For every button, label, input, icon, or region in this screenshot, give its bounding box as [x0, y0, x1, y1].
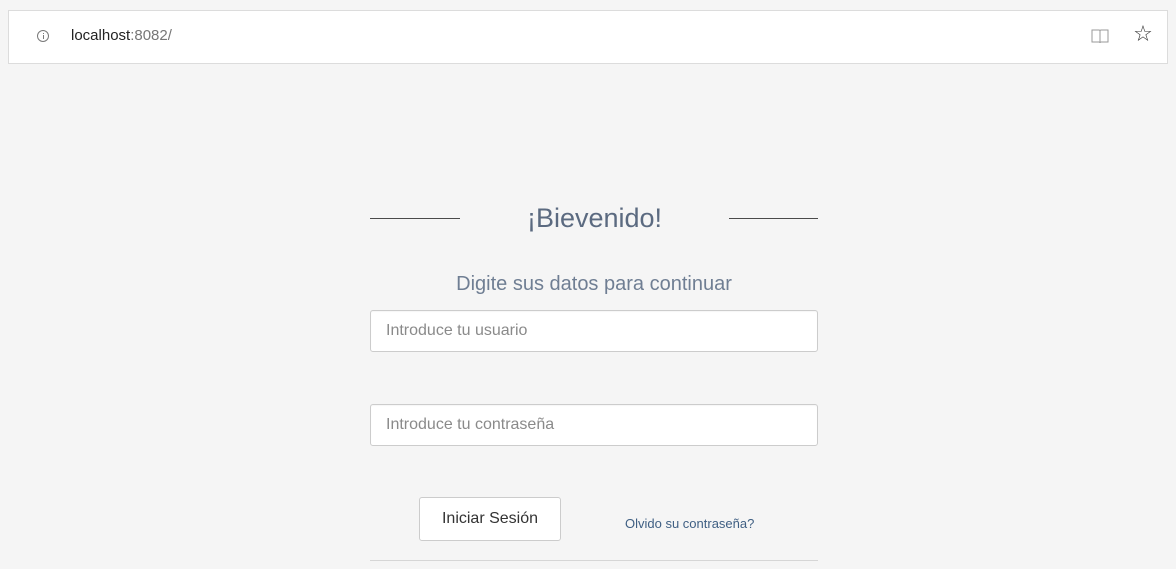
book-icon[interactable] [1091, 28, 1109, 44]
address-bar[interactable]: localhost:8082/ ☆ [8, 10, 1168, 64]
title-divider-right [729, 218, 818, 219]
page: localhost:8082/ ☆ ¡Bievenido! Digite sus… [0, 0, 1176, 569]
star-icon[interactable]: ☆ [1131, 23, 1155, 47]
info-icon[interactable] [37, 30, 49, 42]
url-text[interactable]: localhost:8082/ [71, 26, 172, 46]
url-host: localhost [71, 27, 131, 44]
password-input[interactable] [370, 404, 818, 446]
login-subtitle: Digite sus datos para continuar [456, 273, 732, 295]
login-button[interactable]: Iniciar Sesión [419, 497, 561, 541]
form-bottom-divider [370, 560, 818, 561]
window-top-strip [0, 0, 1176, 10]
url-port-path: :8082/ [130, 27, 172, 44]
title-divider-left [370, 218, 460, 219]
forgot-password-link[interactable]: Olvido su contraseña? [625, 515, 754, 533]
page-title: ¡Bievenido! [526, 203, 663, 233]
username-input[interactable] [370, 310, 818, 352]
